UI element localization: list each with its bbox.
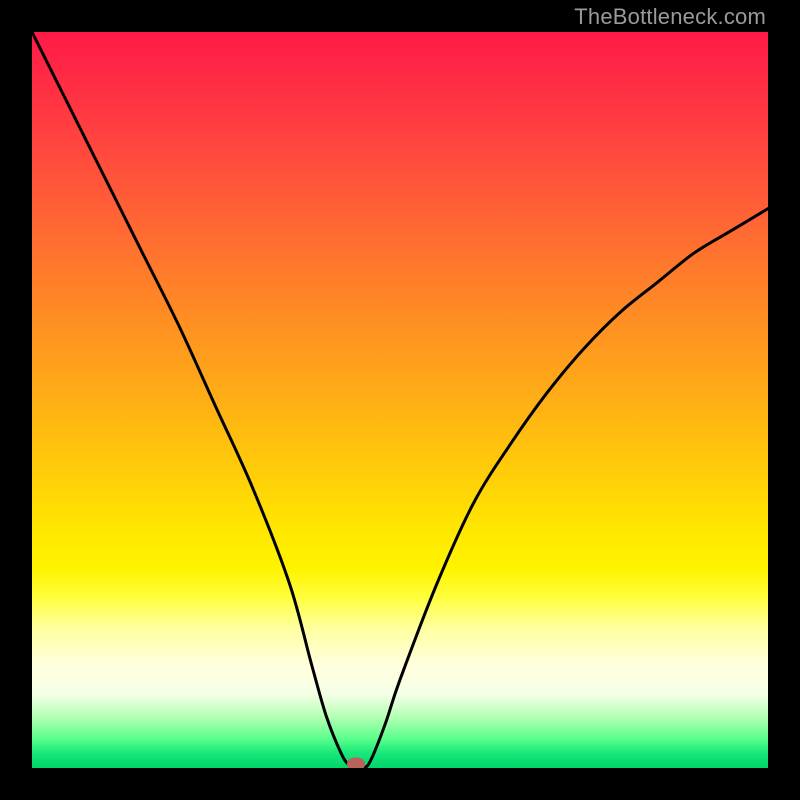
bottleneck-curve — [32, 32, 768, 768]
plot-area — [32, 32, 768, 768]
optimal-point-marker — [347, 758, 365, 769]
curve-layer — [32, 32, 768, 768]
watermark-text: TheBottleneck.com — [574, 4, 766, 30]
chart-frame: TheBottleneck.com — [0, 0, 800, 800]
